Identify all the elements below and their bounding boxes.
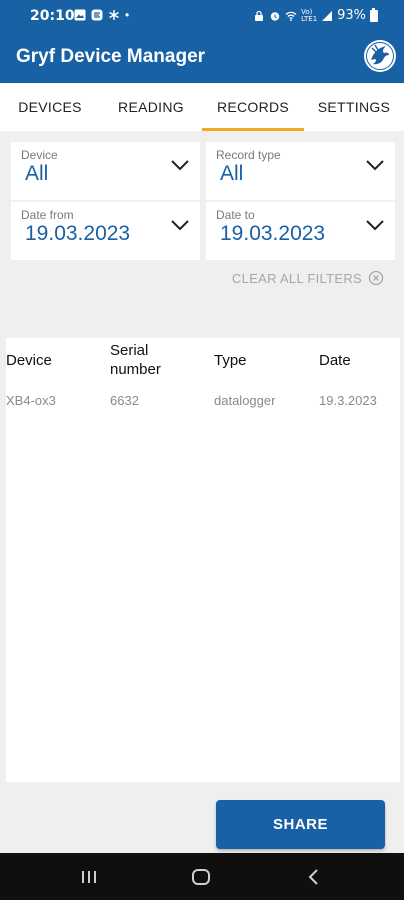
record-type-filter[interactable]: Record type All <box>206 142 395 200</box>
chevron-down-icon[interactable] <box>365 158 385 172</box>
status-system-icons: Vo) LTE1 93% <box>253 7 378 23</box>
date-to-value: 19.03.2023 <box>220 222 326 245</box>
column-header-serial-number: Serial number <box>110 341 161 379</box>
sync-app-icon <box>91 9 103 21</box>
clear-circle-icon <box>368 270 384 286</box>
column-header-type: Type <box>214 352 247 369</box>
chevron-down-icon[interactable] <box>170 218 190 232</box>
back-icon[interactable] <box>306 868 320 886</box>
cell-date: 19.3.2023 <box>319 393 377 408</box>
record-type-filter-value: All <box>220 162 244 185</box>
image-icon <box>74 9 86 21</box>
app-bar: Gryf Device Manager <box>0 30 404 83</box>
share-button[interactable]: SHARE <box>216 800 385 849</box>
records-table: Device Serial number Type Date XB4-ox3 6… <box>6 338 400 782</box>
device-filter[interactable]: Device All <box>11 142 200 200</box>
tab-bar: DEVICES READING RECORDS SETTINGS <box>0 83 404 131</box>
cell-type: datalogger <box>214 393 276 408</box>
column-header-device: Device <box>6 352 52 369</box>
recents-icon[interactable] <box>80 869 98 885</box>
clear-all-filters-button[interactable]: CLEAR ALL FILTERS <box>232 270 384 286</box>
date-from-label: Date from <box>21 208 74 222</box>
chevron-down-icon[interactable] <box>170 158 190 172</box>
cell-serial: 6632 <box>110 393 139 408</box>
tab-settings[interactable]: SETTINGS <box>304 83 404 131</box>
tab-reading[interactable]: READING <box>100 83 202 131</box>
serial-header-line1: Serial <box>110 342 149 359</box>
tab-devices[interactable]: DEVICES <box>0 83 100 131</box>
wifi-icon <box>285 11 297 21</box>
system-nav-bar <box>0 853 404 900</box>
fan-icon <box>109 10 119 20</box>
network-label: Vo) LTE1 <box>301 7 318 23</box>
date-from-value: 19.03.2023 <box>25 222 131 245</box>
status-dot: • <box>125 8 130 22</box>
status-bar: 20:10 • Vo) LTE1 93% <box>0 0 404 30</box>
clear-all-filters-label: CLEAR ALL FILTERS <box>231 270 362 286</box>
gryf-logo-icon <box>364 40 396 72</box>
app-title: Gryf Device Manager <box>16 46 206 67</box>
tab-records[interactable]: RECORDS <box>202 83 304 131</box>
battery-icon <box>370 7 378 22</box>
battery-percent: 93% <box>337 8 366 23</box>
record-type-filter-label: Record type <box>216 148 281 162</box>
chevron-down-icon[interactable] <box>365 218 385 232</box>
home-icon[interactable] <box>192 869 210 885</box>
lock-icon <box>255 10 264 21</box>
device-filter-label: Device <box>21 148 58 162</box>
serial-header-line2: number <box>110 361 161 378</box>
signal-icon <box>322 10 333 21</box>
column-header-date: Date <box>319 352 351 369</box>
status-time: 20:10 <box>30 8 75 24</box>
status-notification-icons: • <box>74 8 129 22</box>
cell-device: XB4-ox3 <box>6 393 56 408</box>
device-filter-value: All <box>25 162 49 185</box>
date-from-filter[interactable]: Date from 19.03.2023 <box>11 202 200 260</box>
date-to-label: Date to <box>216 208 255 222</box>
date-to-filter[interactable]: Date to 19.03.2023 <box>206 202 395 260</box>
alarm-icon <box>270 11 280 21</box>
